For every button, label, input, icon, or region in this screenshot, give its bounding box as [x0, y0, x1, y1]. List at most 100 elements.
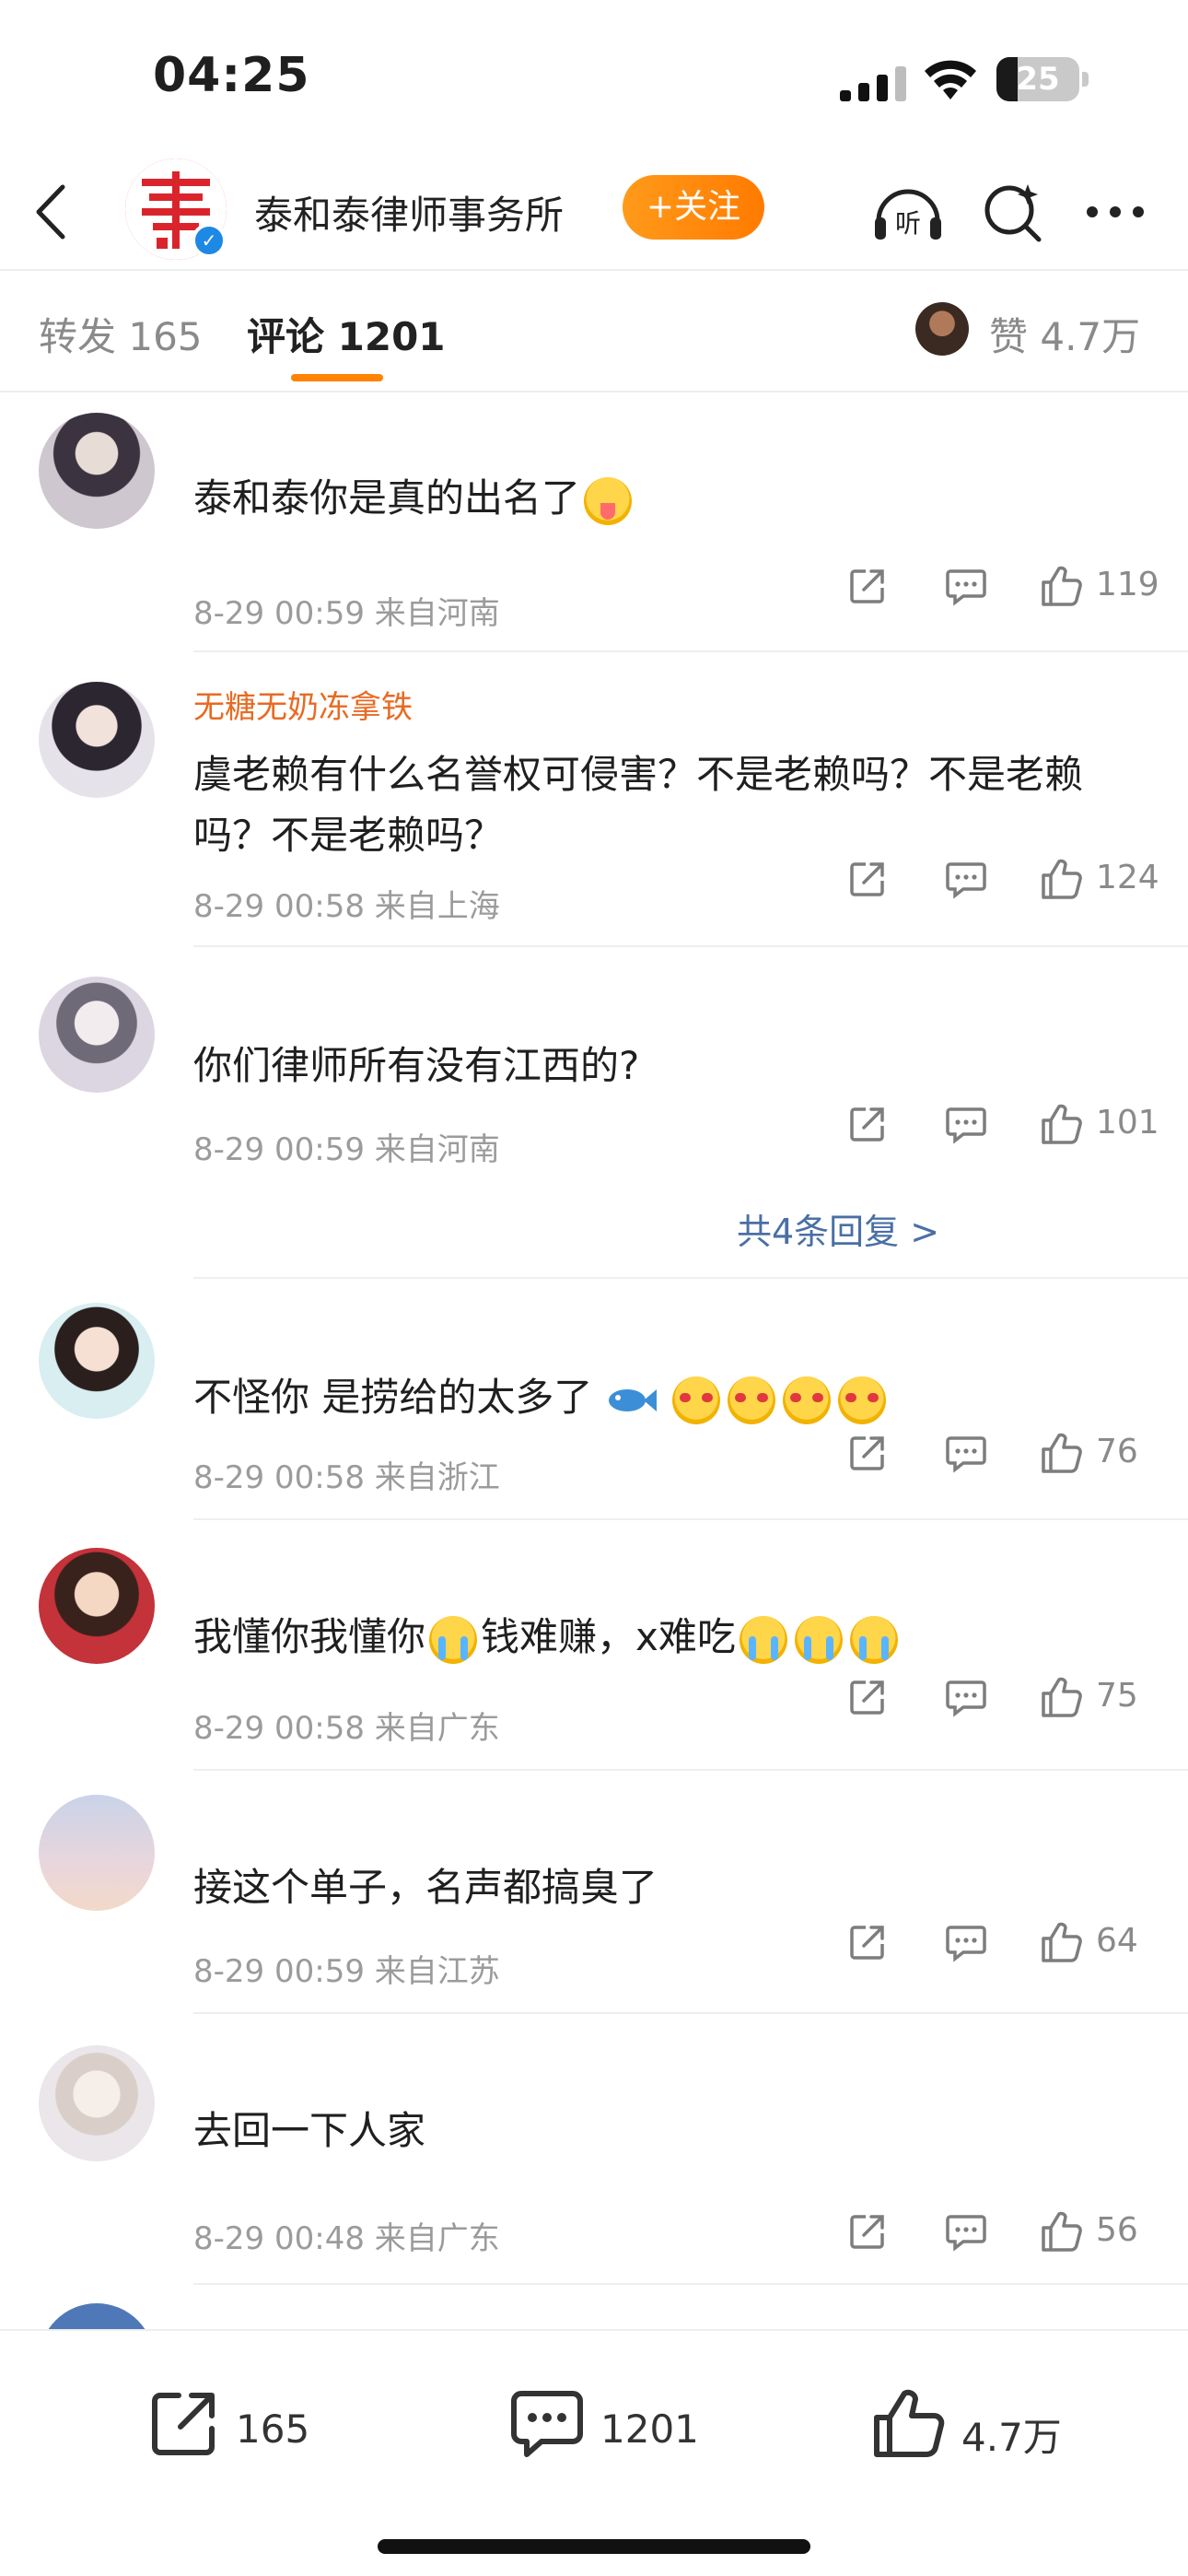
status-time: 04:25 [153, 48, 310, 103]
comment-divider [193, 2283, 1188, 2285]
comment-meta: 8-29 00:59 来自河南 [193, 595, 500, 632]
comment-text: 虞老赖有什么名誉权可侵害？不是老赖吗？不是老赖吗？不是老赖吗？ [193, 752, 1084, 858]
comment-like-count: 64 [1096, 1922, 1138, 1960]
comment-divider [193, 1769, 1188, 1771]
comment-like-count: 76 [1096, 1433, 1138, 1470]
comment-like-count: 101 [1096, 1104, 1159, 1142]
thumbs-up-icon[interactable] [1039, 1102, 1083, 1146]
comment-meta: 8-29 00:58 来自浙江 [193, 1459, 500, 1496]
repost-count: 165 [236, 2406, 310, 2452]
status-bar: 04:25 25 [0, 0, 1188, 157]
battery-icon: 25 [996, 57, 1089, 101]
comment-actions: 56 [847, 2207, 1160, 2255]
like-count: 4.7万 [961, 2415, 1062, 2460]
share-icon[interactable] [847, 566, 888, 606]
repost-button[interactable]: 165 [147, 2386, 332, 2469]
share-icon[interactable] [847, 1433, 888, 1473]
back-icon[interactable] [28, 180, 74, 244]
fish-emoji-icon [608, 1388, 657, 1411]
commenter-avatar[interactable] [39, 682, 155, 798]
commenter-username[interactable]: 无糖无奶冻拿铁 [193, 682, 413, 727]
share-icon[interactable] [847, 1677, 888, 1717]
comment-like-count: 124 [1096, 859, 1159, 896]
comment-actions: 76 [847, 1429, 1160, 1477]
tab-comments[interactable]: 评论 1201 [247, 306, 446, 362]
home-indicator [378, 2539, 810, 2554]
reply-icon[interactable] [945, 1922, 987, 1962]
tab-likes[interactable]: 赞 4.7万 [989, 306, 1140, 362]
reply-icon[interactable] [945, 1677, 987, 1717]
wifi-icon [925, 60, 976, 100]
comment-actions: 64 [847, 1918, 1160, 1966]
comment-like-count: 119 [1096, 566, 1159, 603]
share-icon[interactable] [847, 859, 888, 899]
reply-icon[interactable] [945, 2211, 987, 2252]
thumbs-up-icon[interactable] [1039, 1920, 1083, 1964]
thumbs-up-icon[interactable] [1039, 1431, 1083, 1475]
comment-meta: 8-29 00:59 来自河南 [193, 1131, 500, 1168]
commenter-avatar[interactable] [39, 413, 155, 529]
thumbs-up-icon[interactable] [1039, 1675, 1083, 1719]
comment-meta: 8-29 00:58 来自上海 [193, 888, 500, 925]
heart-eyes-emoji-icon [783, 1376, 832, 1424]
heart-eyes-emoji-icon [838, 1376, 887, 1424]
share-icon[interactable] [847, 1104, 888, 1144]
svg-text:听: 听 [895, 208, 921, 239]
heart-eyes-emoji-icon [672, 1376, 721, 1424]
tab-reposts[interactable]: 转发 165 [39, 306, 203, 362]
view-replies-link[interactable]: 共4条回复 > [737, 1203, 939, 1254]
liker-avatar[interactable] [915, 302, 969, 356]
commenter-avatar[interactable] [39, 2045, 155, 2161]
comment-text: 我懂你我懂你 钱难赚，x难吃 [193, 1607, 1142, 1668]
crying-emoji-icon [429, 1615, 478, 1664]
comment-divider [193, 1277, 1188, 1279]
more-icon[interactable] [1083, 203, 1147, 221]
reply-icon[interactable] [945, 859, 987, 899]
account-name[interactable]: 泰和泰律师事务所 [254, 184, 564, 240]
thumbs-up-icon [874, 2389, 945, 2457]
bottom-action-bar: 165 1201 4.7万 [0, 2329, 1188, 2576]
thumbs-up-icon[interactable] [1039, 564, 1083, 608]
star-search-icon[interactable] [980, 179, 1044, 243]
comment-text: 接这个单子，名声都搞臭了 [193, 1865, 658, 1910]
reply-icon[interactable] [945, 566, 987, 606]
reply-icon[interactable] [945, 1433, 987, 1473]
commenter-avatar[interactable] [39, 1795, 155, 1911]
thumbs-up-icon[interactable] [1039, 857, 1083, 901]
like-button[interactable]: 4.7万 [869, 2386, 1072, 2469]
share-icon[interactable] [847, 2211, 888, 2252]
comment-actions: 101 [847, 1100, 1160, 1148]
comment-divider [193, 650, 1188, 652]
comment-count: 1201 [600, 2406, 699, 2452]
comment-text: 去回一下人家 [193, 2108, 426, 2153]
header: ✓ 泰和泰律师事务所 +关注 听 [0, 157, 1188, 267]
comment-divider [193, 2012, 1188, 2014]
follow-button[interactable]: +关注 [623, 175, 764, 240]
signal-icon [840, 66, 906, 101]
tongue-emoji-icon [584, 476, 633, 525]
comment-meta: 8-29 00:58 来自广东 [193, 1710, 500, 1747]
comment-like-count: 56 [1096, 2211, 1138, 2249]
commenter-avatar[interactable] [39, 1303, 155, 1419]
commenter-avatar[interactable] [39, 1548, 155, 1664]
comment-button[interactable]: 1201 [508, 2386, 711, 2469]
comment-actions: 124 [847, 855, 1160, 903]
tabs-divider [0, 391, 1188, 392]
commenter-avatar[interactable] [39, 977, 155, 1093]
comment-text: 不怪你 是捞给的太多了 [193, 1367, 1142, 1428]
share-icon[interactable] [847, 1922, 888, 1962]
comment-icon [511, 2391, 583, 2457]
comment-divider [193, 1518, 1188, 1520]
comment-text: 你们律师所有没有江西的? [193, 1043, 640, 1088]
reply-icon[interactable] [945, 1104, 987, 1144]
thumbs-up-icon[interactable] [1039, 2209, 1083, 2254]
listen-icon[interactable]: 听 [869, 181, 947, 245]
tab-active-indicator [291, 374, 383, 381]
battery-level: 25 [1016, 61, 1060, 98]
comment-meta: 8-29 00:48 来自广东 [193, 2220, 500, 2257]
verified-badge-icon: ✓ [192, 223, 227, 258]
crying-emoji-icon [739, 1615, 787, 1664]
comment-divider [193, 945, 1188, 947]
tabs: 转发 165 评论 1201 赞 4.7万 [0, 269, 1188, 389]
comment-meta: 8-29 00:59 来自江苏 [193, 1953, 500, 1990]
